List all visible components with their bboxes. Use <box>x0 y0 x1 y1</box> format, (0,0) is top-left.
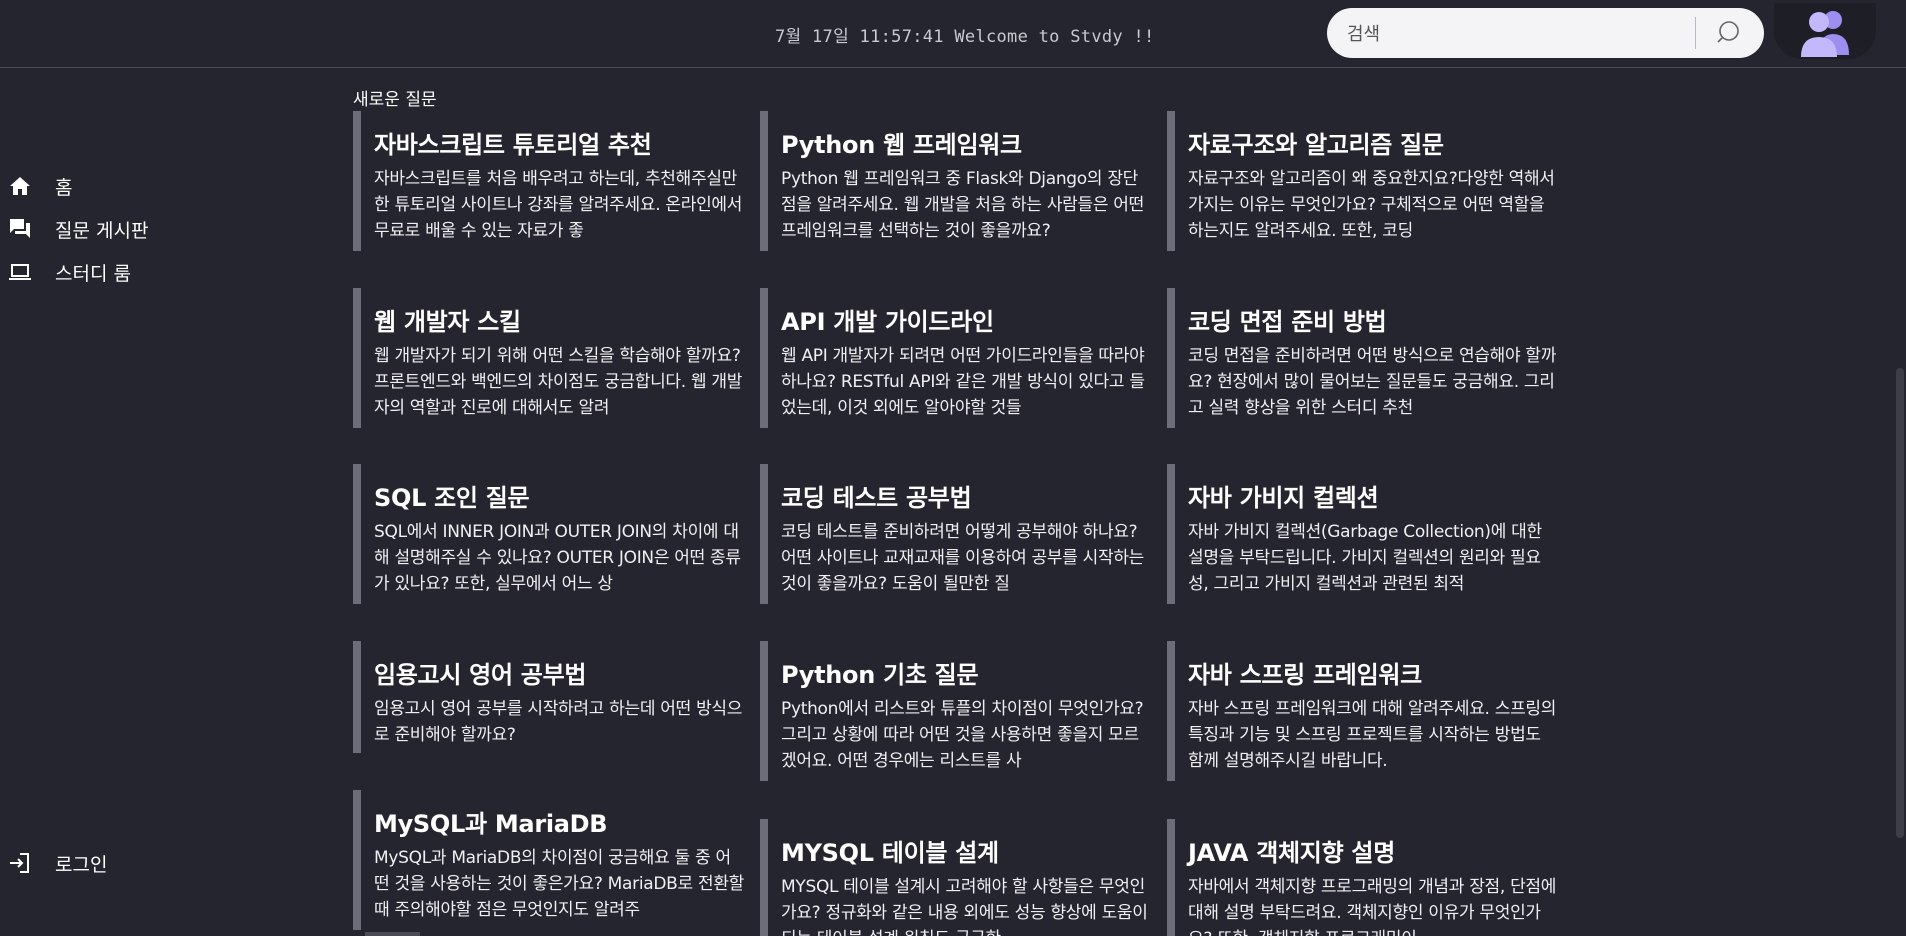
top-bar: 7월 17일 11:57:41 Welcome to Stvdy !! <box>0 0 1906 68</box>
question-card[interactable]: SQL 조인 질문 SQL에서 INNER JOIN과 OUTER JOIN의 … <box>353 464 751 604</box>
card-title: Python 웹 프레임워크 <box>781 131 1022 159</box>
question-card[interactable]: Python 웹 프레임워크 Python 웹 프레임워크 중 Flask와 D… <box>760 111 1158 251</box>
card-title: 임용고시 영어 공부법 <box>374 661 587 689</box>
sidebar-item-login[interactable]: 로그인 <box>0 842 300 882</box>
card-body: SQL에서 INNER JOIN과 OUTER JOIN의 차이에 대해 설명해… <box>374 522 741 594</box>
question-card[interactable]: 코딩 테스트 공부법 코딩 테스트를 준비하려면 어떻게 공부해야 하나요? 어… <box>760 464 1158 604</box>
card-title: 코딩 면접 준비 방법 <box>1188 308 1387 336</box>
card-body: 웹 개발자가 되기 위해 어떤 스킬을 학습해야 할까요? 프론트엔드와 백엔드… <box>374 346 743 418</box>
scrollbar-thumb[interactable] <box>1896 368 1904 838</box>
home-icon <box>10 177 30 195</box>
card-body: 코딩 테스트를 준비하려면 어떻게 공부해야 하나요? 어떤 사이트나 교재교재… <box>781 522 1144 594</box>
card-body: 자바 가비지 컬렉션(Garbage Collection)에 대한 설명을 부… <box>1188 522 1542 594</box>
card-title: 웹 개발자 스킬 <box>374 308 521 336</box>
search-icon <box>1717 21 1739 43</box>
sidebar-item-study-room[interactable]: 스터디 룸 <box>0 251 300 291</box>
card-body: 자바 스프링 프레임워크에 대해 알려주세요. 스프링의 특징과 기능 및 스프… <box>1188 699 1557 771</box>
card-title: 자료구조와 알고리즘 질문 <box>1188 131 1444 159</box>
forum-icon <box>10 219 30 238</box>
vertical-scrollbar[interactable] <box>1893 68 1906 936</box>
card-title: 자바 가비지 컬렉션 <box>1188 484 1379 512</box>
card-body: 코딩 면접을 준비하려면 어떤 방식으로 연습해야 할까요? 현장에서 많이 물… <box>1188 346 1557 418</box>
sidebar-item-home[interactable]: 홈 <box>0 165 300 205</box>
search-button[interactable] <box>1709 13 1751 53</box>
question-card[interactable]: 자료구조와 알고리즘 질문 자료구조와 알고리즘이 왜 중요한지요?다양한 역해… <box>1167 111 1565 251</box>
card-body: 자바스크립트를 처음 배우려고 하는데, 추천해주실만한 튜토리얼 사이트나 강… <box>374 169 743 241</box>
question-card[interactable]: 자바 가비지 컬렉션 자바 가비지 컬렉션(Garbage Collection… <box>1167 464 1565 604</box>
card-body: MySQL과 MariaDB의 차이점이 궁금해요 둘 중 어떤 것을 사용하는… <box>374 848 744 920</box>
horizontal-scrollbar[interactable] <box>365 932 420 936</box>
section-title: 새로운 질문 <box>353 90 437 110</box>
card-title: SQL 조인 질문 <box>374 484 530 512</box>
card-body: 자료구조와 알고리즘이 왜 중요한지요?다양한 역해서 가지는 이유는 무엇인가… <box>1188 169 1555 241</box>
users-icon <box>1801 11 1849 57</box>
search-box[interactable] <box>1327 8 1764 58</box>
card-body: Python에서 리스트와 튜플의 차이점이 무엇인가요? 그리고 상황에 따라… <box>781 699 1144 771</box>
question-card[interactable]: API 개발 가이드라인 웹 API 개발자가 되려면 어떤 가이드라인들을 따… <box>760 288 1158 428</box>
question-card[interactable]: 임용고시 영어 공부법 임용고시 영어 공부를 시작하려고 하는데 어떤 방식으… <box>353 641 751 753</box>
card-title: Python 기초 질문 <box>781 661 979 689</box>
laptop-icon <box>9 264 31 280</box>
card-title: API 개발 가이드라인 <box>781 308 994 336</box>
sidebar-item-label: 로그인 <box>55 854 108 876</box>
card-title: 코딩 테스트 공부법 <box>781 484 972 512</box>
search-divider <box>1695 17 1696 49</box>
card-title: MySQL과 MariaDB <box>374 810 608 838</box>
card-title: MYSQL 테이블 설계 <box>781 839 999 867</box>
card-body: MYSQL 테이블 설계시 고려해야 할 사항들은 무엇인가요? 정규화와 같은… <box>781 877 1148 936</box>
sidebar-item-label: 스터디 룸 <box>55 263 131 285</box>
question-card[interactable]: JAVA 객체지향 설명 자바에서 객체지향 프로그래밍의 개념과 장점, 단점… <box>1167 819 1565 936</box>
question-card[interactable]: 웹 개발자 스킬 웹 개발자가 되기 위해 어떤 스킬을 학습해야 할까요? 프… <box>353 288 751 428</box>
login-icon <box>10 853 29 873</box>
question-card[interactable]: 자바스크립트 튜토리얼 추천 자바스크립트를 처음 배우려고 하는데, 추천해주… <box>353 111 751 251</box>
question-card[interactable]: MYSQL 테이블 설계 MYSQL 테이블 설계시 고려해야 할 사항들은 무… <box>760 819 1158 936</box>
card-body: Python 웹 프레임워크 중 Flask와 Django의 장단점을 알려주… <box>781 169 1144 241</box>
card-body: 자바에서 객체지향 프로그래밍의 개념과 장점, 단점에 대해 설명 부탁드려요… <box>1188 877 1557 936</box>
search-input[interactable] <box>1345 18 1699 50</box>
card-body: 임용고시 영어 공부를 시작하려고 하는데 어떤 방식으로 준비해야 할까요? <box>374 699 743 745</box>
user-avatar-button[interactable] <box>1774 3 1876 59</box>
welcome-message: 7월 17일 11:57:41 Welcome to Stvdy !! <box>775 27 1155 47</box>
question-card[interactable]: Python 기초 질문 Python에서 리스트와 튜플의 차이점이 무엇인가… <box>760 641 1158 781</box>
sidebar-item-label: 홈 <box>55 177 73 199</box>
card-title: 자바 스프링 프레임워크 <box>1188 661 1422 689</box>
sidebar: 홈 질문 게시판 스터디 룸 로그인 <box>0 68 330 936</box>
card-title: 자바스크립트 튜토리얼 추천 <box>374 131 652 159</box>
card-title: JAVA 객체지향 설명 <box>1188 839 1395 867</box>
question-card[interactable]: 자바 스프링 프레임워크 자바 스프링 프레임워크에 대해 알려주세요. 스프링… <box>1167 641 1565 781</box>
sidebar-item-question-board[interactable]: 질문 게시판 <box>0 208 300 248</box>
question-card[interactable]: MySQL과 MariaDB MySQL과 MariaDB의 차이점이 궁금해요… <box>353 790 751 930</box>
sidebar-item-label: 질문 게시판 <box>55 220 149 242</box>
question-card[interactable]: 코딩 면접 준비 방법 코딩 면접을 준비하려면 어떤 방식으로 연습해야 할까… <box>1167 288 1565 428</box>
card-body: 웹 API 개발자가 되려면 어떤 가이드라인들을 따라야 하나요? RESTf… <box>781 346 1145 418</box>
